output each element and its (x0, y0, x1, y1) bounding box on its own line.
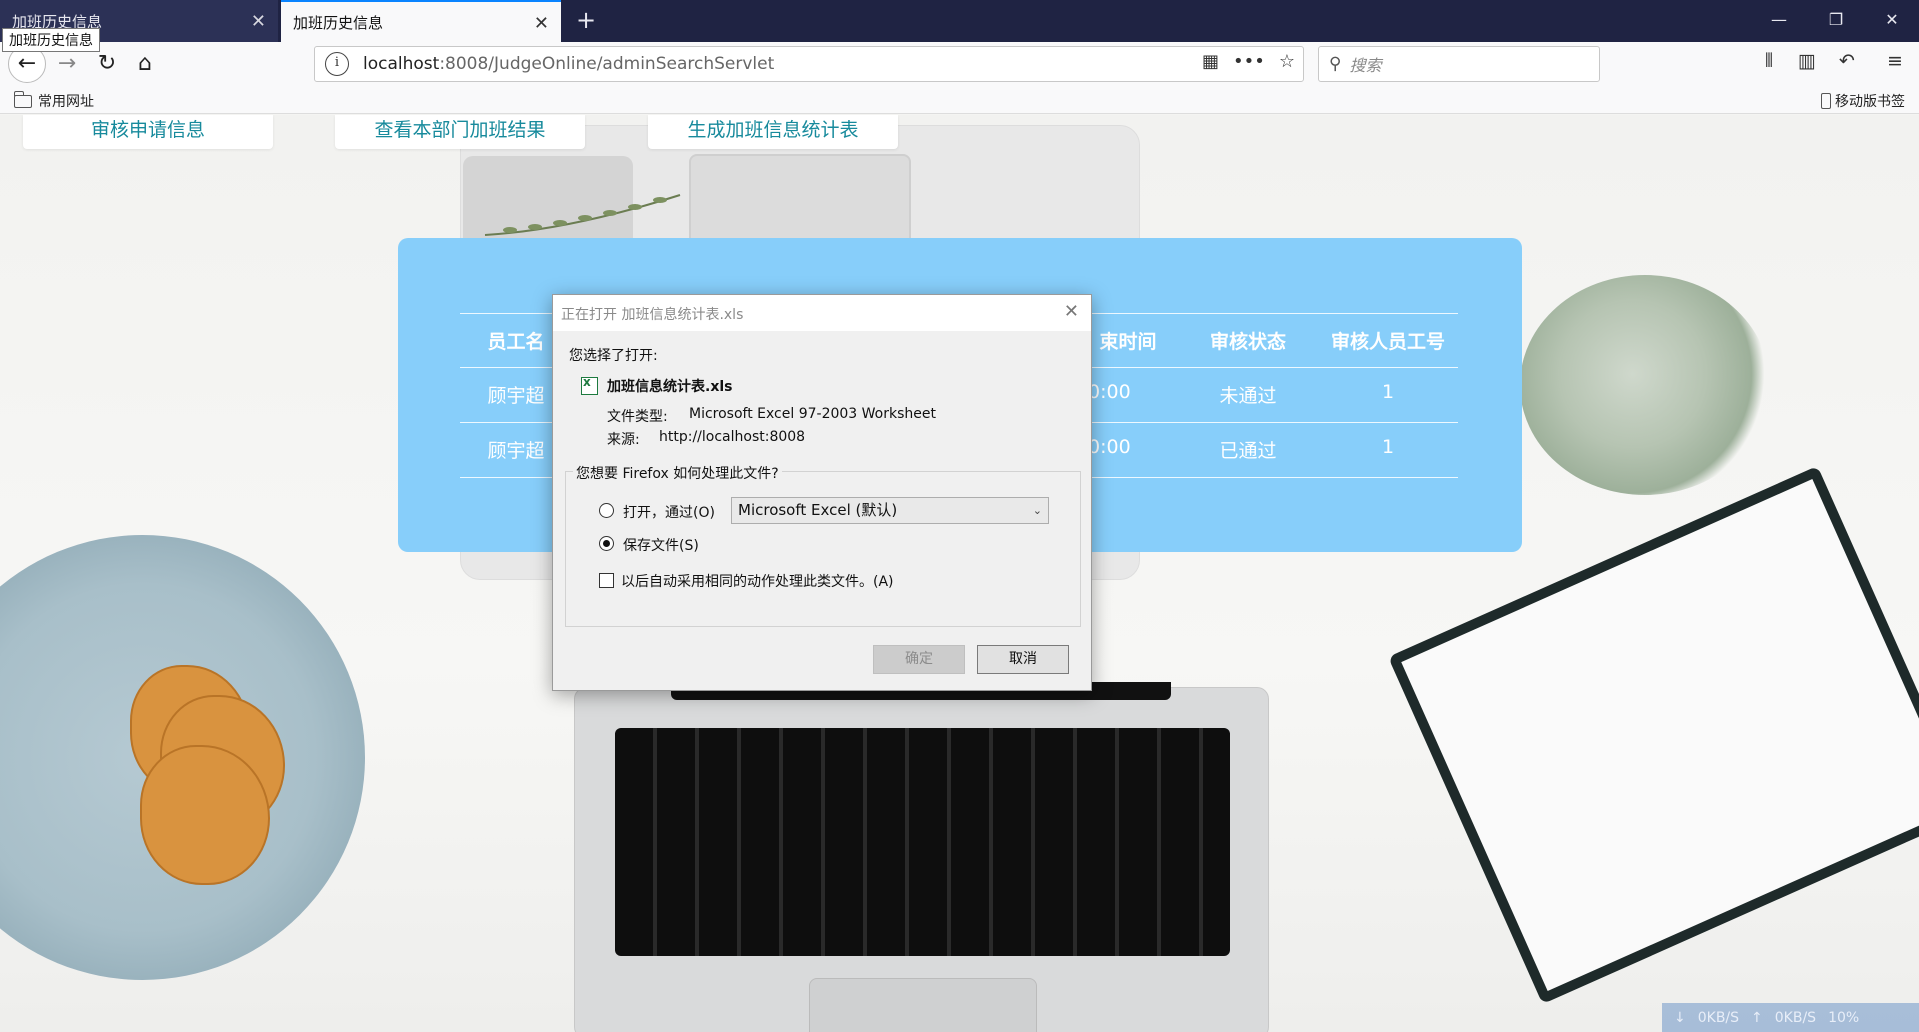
bookmarks-bar: 常用网址 移动版书签 (0, 86, 1919, 114)
home-icon[interactable]: ⌂ (128, 48, 162, 80)
site-info-icon[interactable]: i (325, 52, 349, 76)
tab-close-icon[interactable]: ✕ (251, 11, 266, 32)
dialog-file-name: 加班信息统计表.xls (607, 379, 733, 395)
nav-generate-statistics[interactable]: 生成加班信息统计表 (648, 115, 898, 149)
network-monitor: ↓ 0KB/S ↑ 0KB/S 10% (1662, 1003, 1919, 1032)
save-file-label[interactable]: 保存文件(S) (623, 535, 699, 555)
search-placeholder: 搜索 (1349, 56, 1382, 75)
sidebar-icon[interactable]: ▥ (1792, 50, 1822, 72)
nav-department-results[interactable]: 查看本部门加班结果 (335, 115, 585, 149)
row1-reviewer: 1 (1381, 381, 1395, 403)
open-with-radio[interactable] (599, 503, 614, 518)
tab-history-2[interactable]: 加班历史信息 ✕ (281, 0, 561, 42)
bookmark-star-icon[interactable]: ☆ (1279, 51, 1295, 72)
library-icon[interactable]: ⫴ (1754, 50, 1784, 72)
header-reviewer-id: 审核人员工号 (1330, 331, 1445, 353)
header-review-status: 审核状态 (1209, 331, 1286, 353)
bookmark-mobile[interactable]: 移动版书签 (1821, 91, 1905, 111)
menu-hamburger-icon[interactable]: ≡ (1880, 50, 1910, 72)
undo-close-icon[interactable]: ↶ (1832, 50, 1862, 72)
bookmark-common-sites[interactable]: 常用网址 (13, 90, 94, 111)
search-bar[interactable]: ⚲ 搜索 (1318, 46, 1600, 82)
source-value: http://localhost:8008 (659, 429, 806, 445)
page-actions-icon[interactable]: ••• (1233, 51, 1265, 72)
dialog-close-icon[interactable]: ✕ (1064, 301, 1079, 322)
action-question: 您想要 Firefox 如何处理此文件? (573, 463, 782, 483)
forward-arrow-icon[interactable]: → (50, 48, 84, 80)
qr-code-icon[interactable]: ▦ (1202, 51, 1219, 72)
url-text[interactable]: localhost:8008/JudgeOnline/adminSearchSe… (363, 54, 774, 74)
download-speed: 0KB/S (1697, 1009, 1740, 1026)
row2-end-time: 0:00 (1088, 436, 1131, 458)
tab-label: 加班历史信息 (293, 13, 384, 32)
open-with-app-select[interactable]: Microsoft Excel (默认) ⌄ (731, 497, 1049, 524)
dialog-intro: 您选择了打开: (569, 348, 658, 364)
row1-end-time: 0:00 (1088, 381, 1131, 403)
reload-icon[interactable]: ↻ (90, 48, 124, 80)
upload-speed: 0KB/S (1774, 1009, 1817, 1026)
nav-toolbar: ← → ↻ ⌂ i localhost:8008/JudgeOnline/adm… (0, 42, 1919, 86)
excel-file-icon (581, 375, 598, 395)
background-keyboard (615, 728, 1230, 956)
minimize-button[interactable]: — (1749, 0, 1809, 42)
cancel-button[interactable]: 取消 (977, 645, 1069, 674)
tab-close-icon[interactable]: ✕ (534, 13, 549, 34)
open-with-label[interactable]: 打开，通过(O) (623, 502, 715, 522)
background-herb-sprig (484, 194, 681, 236)
header-end-time: 束时间 (1099, 331, 1157, 353)
auto-action-checkbox[interactable] (599, 573, 614, 588)
file-type-label: 文件类型: (607, 409, 668, 425)
row2-reviewer: 1 (1381, 436, 1395, 458)
url-bar[interactable]: i localhost:8008/JudgeOnline/adminSearch… (314, 46, 1304, 82)
download-arrow-icon: ↓ (1674, 1009, 1686, 1026)
search-icon: ⚲ (1329, 54, 1342, 74)
background-succulent (1520, 275, 1770, 495)
download-dialog: 正在打开 加班信息统计表.xls ✕ 您选择了打开: 加班信息统计表.xls 文… (552, 294, 1092, 691)
tab-bar: 加班历史信息 ✕ 加班历史信息 ✕ + — ❐ ✕ (0, 0, 1919, 42)
upload-arrow-icon: ↑ (1751, 1009, 1763, 1026)
row2-status: 已通过 (1219, 440, 1277, 462)
source-label: 来源: (607, 432, 640, 448)
dialog-title: 正在打开 加班信息统计表.xls (561, 307, 744, 323)
ok-button[interactable]: 确定 (873, 645, 965, 674)
nav-review-applications[interactable]: 审核申请信息 (23, 115, 273, 149)
mobile-phone-icon (1821, 93, 1831, 109)
tab-tooltip: 加班历史信息 (2, 28, 100, 52)
background-laptop-base (574, 682, 1269, 1032)
save-file-radio[interactable] (599, 536, 614, 551)
file-type-value: Microsoft Excel 97-2003 Worksheet (689, 406, 936, 422)
background-bowl (0, 535, 365, 980)
new-tab-plus-icon[interactable]: + (570, 6, 602, 36)
close-window-button[interactable]: ✕ (1862, 0, 1919, 42)
row1-status: 未通过 (1219, 385, 1277, 407)
auto-action-label[interactable]: 以后自动采用相同的动作处理此类文件。(A) (621, 571, 894, 591)
restore-button[interactable]: ❐ (1806, 0, 1866, 42)
usage-percent: 10% (1828, 1009, 1860, 1026)
dialog-titlebar: 正在打开 加班信息统计表.xls ✕ (553, 295, 1091, 331)
chevron-down-icon: ⌄ (1032, 504, 1042, 517)
folder-icon (13, 90, 32, 108)
